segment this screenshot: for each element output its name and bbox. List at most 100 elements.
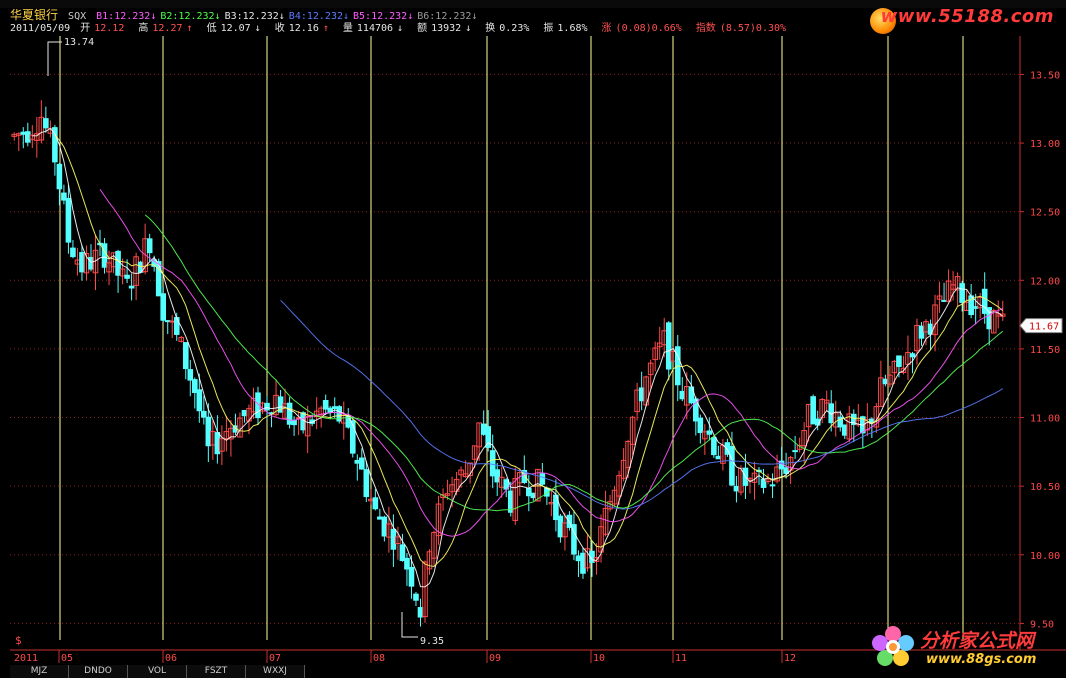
candle-body bbox=[711, 437, 717, 456]
candle-body bbox=[489, 450, 496, 477]
amount-value: 13932 bbox=[431, 23, 462, 34]
volume-arrow-icon: ↓ bbox=[397, 23, 404, 34]
indicator-tabs: MJZ DNDO VOL FSZT WXXJ bbox=[10, 665, 305, 678]
b-value-4: B4:12.232↓ bbox=[288, 11, 350, 22]
candle-body bbox=[286, 402, 293, 425]
b-value-3: B3:12.232↓ bbox=[224, 11, 285, 22]
index-label: 指数 bbox=[695, 23, 716, 34]
candle-body bbox=[79, 252, 85, 273]
candle-body bbox=[20, 131, 27, 135]
candle-body bbox=[399, 544, 406, 562]
candle-body bbox=[580, 552, 586, 574]
price-tick-label: 12.50 bbox=[1030, 208, 1060, 219]
volume-label: 量 bbox=[342, 23, 353, 34]
candle-body bbox=[363, 469, 370, 498]
candle-body bbox=[187, 369, 194, 381]
low-label: 低 bbox=[206, 23, 217, 34]
b-values: B1:12.232↓ B2:12.232↓ B3:12.232↓ B4:12.232↓… bbox=[96, 11, 481, 22]
site-logo-text: www.55188.com bbox=[880, 6, 1054, 27]
low-value: 12.07 bbox=[220, 23, 251, 34]
price-tick-label: 11.50 bbox=[1030, 345, 1060, 356]
date-label: 08 bbox=[373, 653, 385, 664]
date-label: 10 bbox=[593, 653, 605, 664]
low-arrow-icon: ↓ bbox=[254, 23, 261, 34]
close-label: 收 bbox=[274, 23, 285, 34]
candle-body bbox=[841, 424, 848, 436]
price-axis: 9.5010.0010.5011.0011.5012.0012.5013.001… bbox=[1019, 36, 1060, 650]
candle-body bbox=[679, 390, 686, 400]
high-arrow-icon: ↑ bbox=[186, 23, 193, 34]
ma-30-line bbox=[144, 214, 1004, 512]
candle-body bbox=[381, 516, 388, 537]
candle-body bbox=[164, 320, 171, 323]
candle-body bbox=[201, 410, 207, 418]
candle-body bbox=[480, 423, 487, 435]
tab-dndo[interactable]: DNDO bbox=[69, 665, 128, 678]
candle-body bbox=[941, 299, 947, 302]
candle-body bbox=[291, 419, 297, 426]
volume-value: 114706 bbox=[356, 23, 394, 34]
candlesticks bbox=[11, 100, 1006, 627]
header-line-2: 2011/05/09 开 12.12 高 12.27 ↑ 低 12.07 ↓ 收 12.16… bbox=[10, 23, 794, 35]
candle-body bbox=[390, 528, 397, 550]
price-grid bbox=[10, 73, 1020, 624]
year-marker: $ bbox=[15, 634, 22, 647]
candle-body bbox=[322, 399, 329, 410]
candle-body bbox=[169, 320, 176, 323]
tab-fszt[interactable]: FSZT bbox=[187, 665, 246, 678]
indicator-name: SQX bbox=[68, 11, 87, 22]
header-line-1: 华夏银行 SQX B1:12.232↓ B2:12.232↓ B3:12.232↓ B… bbox=[10, 9, 485, 23]
change-label: 涨 bbox=[601, 23, 612, 34]
candle-body bbox=[882, 378, 889, 385]
candle-body bbox=[417, 607, 424, 618]
price-tick-label: 11.00 bbox=[1030, 414, 1060, 425]
candle-body bbox=[575, 555, 582, 562]
min-marker-line bbox=[401, 612, 418, 638]
candle-body bbox=[494, 469, 501, 483]
date-label: 09 bbox=[489, 653, 501, 664]
candle-body bbox=[697, 417, 704, 434]
candle-body bbox=[331, 406, 338, 409]
candle-body bbox=[182, 342, 189, 370]
candle-body bbox=[173, 317, 180, 335]
open-label: 开 bbox=[80, 23, 91, 34]
month-separators bbox=[59, 36, 964, 640]
candle-body bbox=[128, 285, 135, 289]
quote-date: 2011/05/09 bbox=[10, 23, 71, 34]
candle-body bbox=[70, 247, 76, 258]
candle-body bbox=[706, 430, 713, 435]
tab-vol[interactable]: VOL bbox=[128, 665, 187, 678]
candle-body bbox=[24, 131, 31, 143]
candle-body bbox=[354, 460, 361, 464]
candle-body bbox=[124, 274, 130, 279]
candle-body bbox=[769, 484, 776, 487]
candle-body bbox=[665, 322, 672, 370]
price-tick-label: 13.50 bbox=[1030, 70, 1060, 81]
b-value-6: B6:12.232↓ bbox=[417, 11, 478, 22]
change-value: (0.08)0.66% bbox=[615, 23, 682, 34]
candle-body bbox=[196, 389, 203, 412]
candle-body bbox=[146, 238, 153, 254]
tab-mjz[interactable]: MJZ bbox=[10, 665, 69, 678]
max-marker-label: 13.74 bbox=[64, 37, 94, 48]
candle-body bbox=[729, 446, 735, 486]
date-label: 06 bbox=[165, 653, 177, 664]
open-value: 12.12 bbox=[94, 23, 125, 34]
candle-body bbox=[404, 557, 410, 570]
price-tick-label: 13.00 bbox=[1030, 139, 1060, 150]
candle-body bbox=[792, 450, 798, 453]
date-label: 07 bbox=[269, 653, 281, 664]
candle-body bbox=[56, 163, 63, 190]
candle-body bbox=[88, 256, 94, 270]
date-label: 12 bbox=[784, 653, 796, 664]
candle-body bbox=[160, 293, 167, 321]
candle-body bbox=[810, 396, 816, 425]
b-value-2: B2:12.232↓ bbox=[160, 11, 221, 22]
date-label: 05 bbox=[61, 653, 73, 664]
kline-chart: 9.5010.0010.5011.0011.5012.0012.5013.001… bbox=[10, 36, 1066, 664]
candle-body bbox=[539, 473, 546, 485]
price-tick-label: 10.50 bbox=[1030, 482, 1060, 493]
index-value: (8.57)0.30% bbox=[719, 23, 787, 34]
tab-wxxj[interactable]: WXXJ bbox=[246, 665, 305, 678]
candle-body bbox=[909, 353, 916, 358]
